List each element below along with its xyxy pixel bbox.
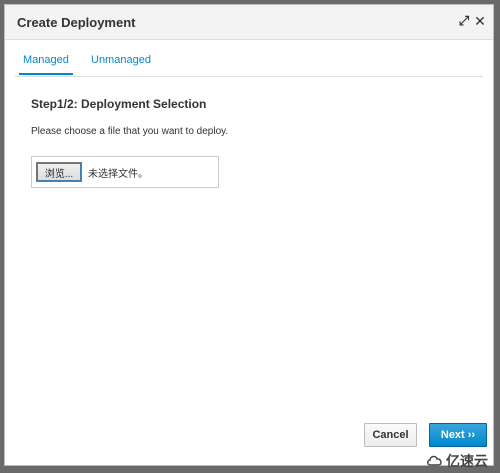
cancel-button[interactable]: Cancel xyxy=(364,423,417,447)
step-title: Step1/2: Deployment Selection xyxy=(31,97,207,111)
tab-managed[interactable]: Managed xyxy=(19,54,73,75)
close-icon[interactable]: ✕ xyxy=(473,13,487,29)
watermark-text: 亿速云 xyxy=(446,453,488,469)
dialog-title: Create Deployment xyxy=(17,15,136,30)
dialog-titlebar: Create Deployment ⤢ ✕ xyxy=(5,5,493,40)
window-backdrop: Create Deployment ⤢ ✕ Managed Unmanaged … xyxy=(0,0,500,473)
deployment-tabs: Managed Unmanaged xyxy=(15,50,483,77)
next-button[interactable]: Next ›› xyxy=(429,423,487,447)
step-content: Step1/2: Deployment Selection Please cho… xyxy=(31,97,473,188)
tab-unmanaged[interactable]: Unmanaged xyxy=(87,54,155,75)
file-chooser: 浏览... 未选择文件。 xyxy=(31,156,219,188)
browse-button[interactable]: 浏览... xyxy=(36,162,82,182)
step-instruction: Please choose a file that you want to de… xyxy=(31,126,229,137)
expand-icon[interactable]: ⤢ xyxy=(457,13,471,28)
file-status-text: 未选择文件。 xyxy=(88,169,148,180)
create-deployment-dialog: Create Deployment ⤢ ✕ Managed Unmanaged … xyxy=(4,4,494,466)
cloud-logo-icon xyxy=(427,455,442,466)
watermark-logo: 亿速云 xyxy=(427,451,488,471)
